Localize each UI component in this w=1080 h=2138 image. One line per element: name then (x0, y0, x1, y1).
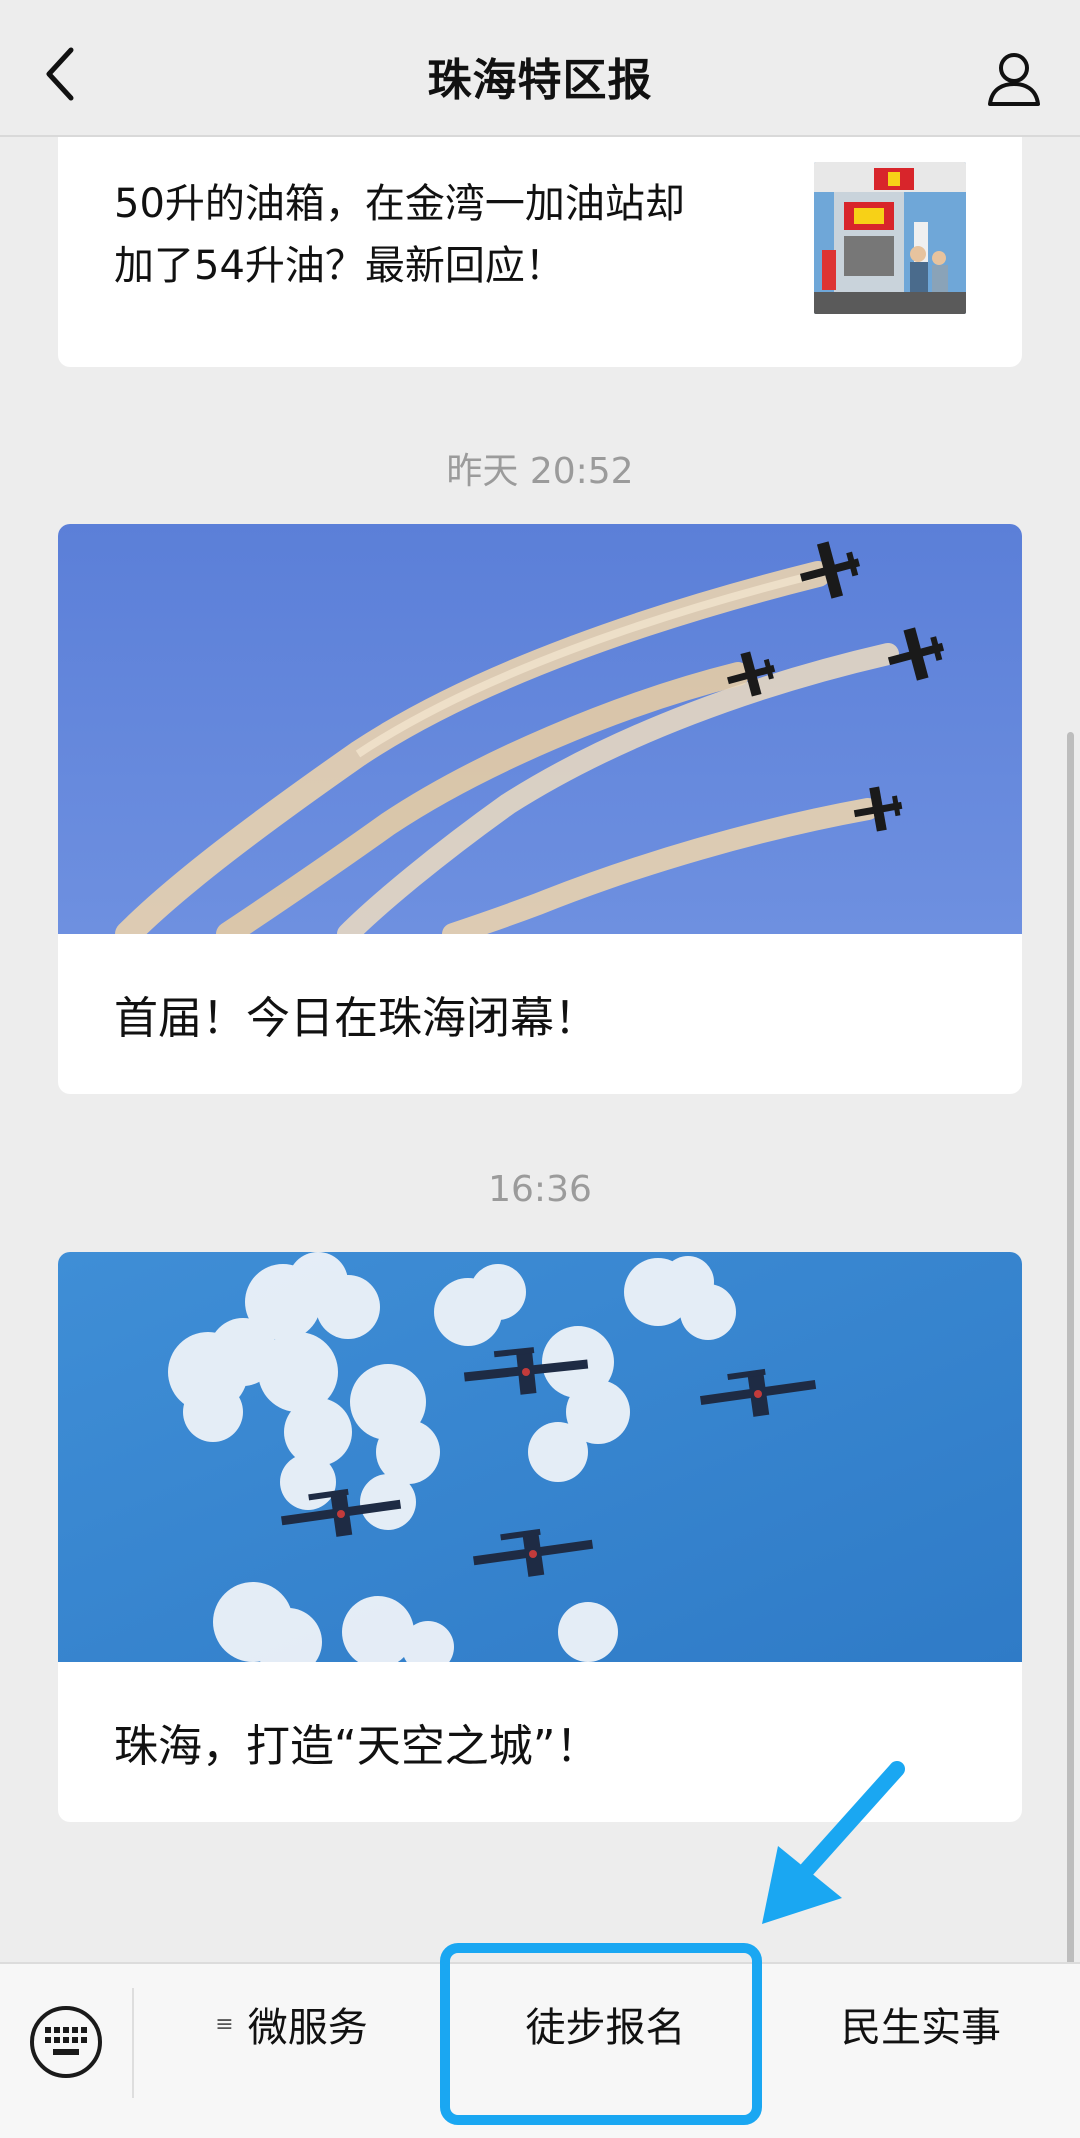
submenu-list-icon: ≡ (215, 2011, 234, 2037)
top-navbar: 珠海特区报 (0, 0, 1080, 137)
message-timestamp: 16:36 (488, 1169, 592, 1210)
message-timestamp: 昨天 20:52 (446, 451, 634, 492)
keyboard-toggle-button[interactable] (30, 2006, 102, 2078)
scrollbar[interactable] (1067, 732, 1074, 1962)
profile-button[interactable] (980, 44, 1048, 112)
article-cover-image (58, 1252, 1022, 1662)
highlight-box (440, 1943, 762, 2125)
menu-item-label: 民生实事 (841, 2005, 1001, 2051)
menu-item-label: 微服务 (247, 2005, 368, 2051)
menu-item-livelihood[interactable]: 民生实事 (762, 1964, 1080, 2084)
article-title-line: 50升的油箱，在金湾一加油站却 (114, 181, 685, 227)
article-title: 50升的油箱，在金湾一加油站却 加了54升油？最新回应！ (114, 173, 774, 297)
article-cover-image (58, 524, 1022, 934)
keyboard-icon (45, 2027, 87, 2055)
page-title: 珠海特区报 (427, 55, 653, 106)
menu-item-micro-service[interactable]: ≡ 微服务 (134, 1964, 449, 2084)
article-title: 首届！今日在珠海闭幕！ (114, 993, 598, 1044)
user-icon (988, 53, 1040, 106)
article-card[interactable]: 50升的油箱，在金湾一加油站却 加了54升油？最新回应！ (58, 137, 1022, 367)
article-card[interactable]: 珠海，打造“天空之城”！ (58, 1252, 1022, 1822)
article-feed[interactable]: 50升的油箱，在金湾一加油站却 加了54升油？最新回应！ 昨天 20:52 首届… (0, 137, 1080, 1962)
article-thumbnail (814, 162, 966, 314)
annotation-arrow-icon (762, 1761, 905, 1924)
article-title-line: 加了54升油？最新回应！ (114, 243, 565, 289)
article-card[interactable]: 首届！今日在珠海闭幕！ (58, 524, 1022, 1094)
